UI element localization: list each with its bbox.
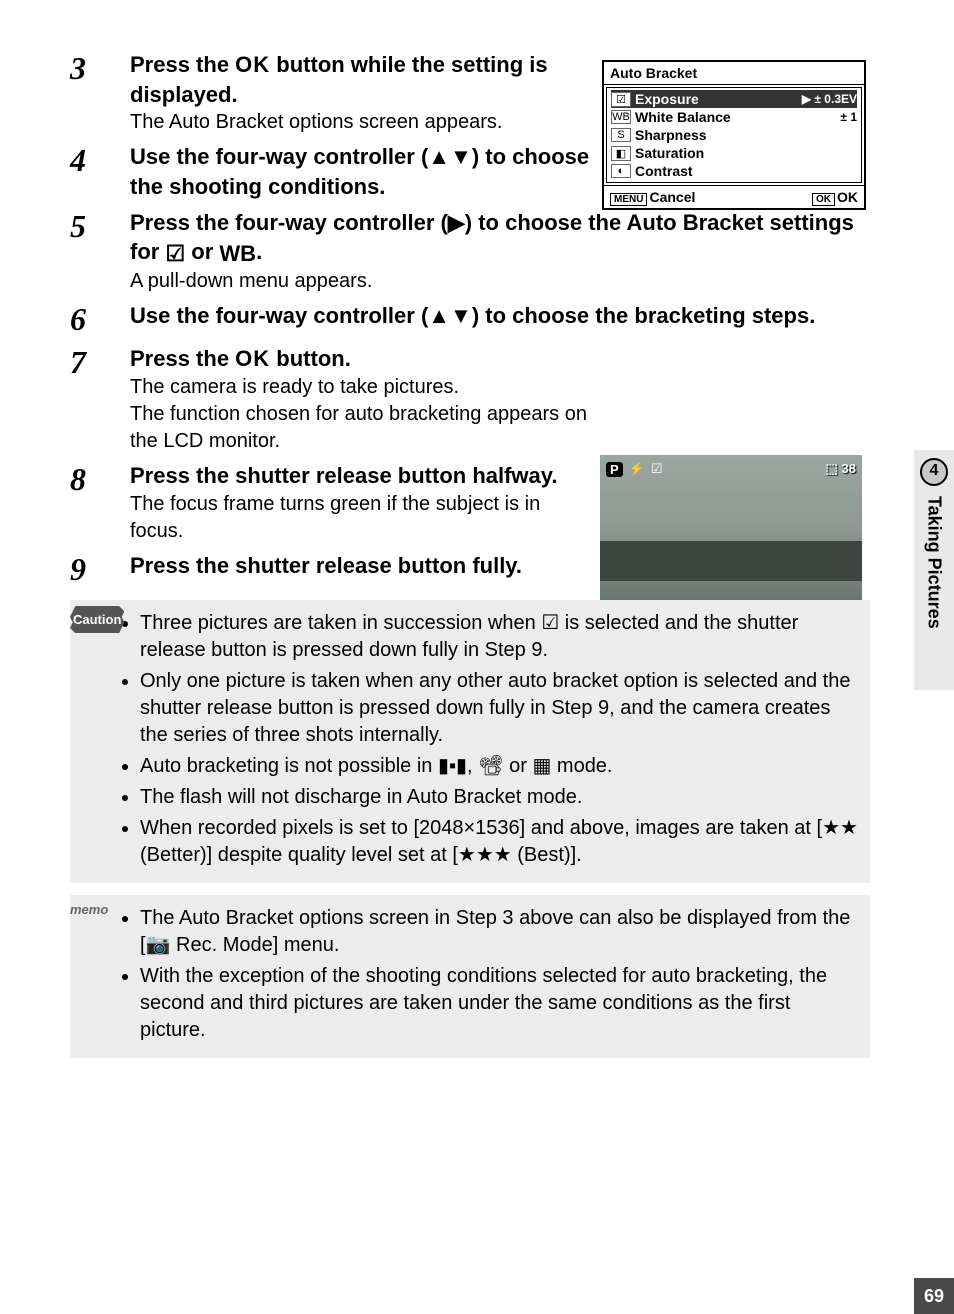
memo-item: With the exception of the shooting condi… — [140, 963, 860, 1044]
memo-item: The Auto Bracket options screen in Step … — [140, 905, 860, 959]
instruction-steps: 3 Press the OK button while the setting … — [70, 50, 870, 1058]
manual-page: 4 Taking Pictures Auto Bracket ☑ Exposur… — [0, 0, 954, 1314]
chapter-number: 4 — [920, 458, 948, 486]
caution-item: Auto bracketing is not possible in ▮▪▮, … — [140, 753, 860, 780]
caution-box: Caution Three pictures are taken in succ… — [70, 600, 870, 883]
step-number: 3 — [70, 50, 130, 136]
step-heading: Press the shutter release button halfway… — [130, 461, 590, 491]
step-number: 8 — [70, 461, 130, 545]
chapter-tab: 4 Taking Pictures — [914, 450, 954, 690]
caution-item: Three pictures are taken in succession w… — [140, 610, 860, 664]
exposure-icon: ☑ — [165, 239, 185, 269]
chapter-title: Taking Pictures — [924, 496, 945, 629]
step-sub: A pull-down menu appears. — [130, 268, 870, 295]
ok-button-glyph: OK — [235, 346, 270, 371]
step-sub: The focus frame turns green if the subje… — [130, 491, 590, 545]
caution-item: Only one picture is taken when any other… — [140, 668, 860, 749]
caution-item: When recorded pixels is set to [2048×153… — [140, 815, 860, 869]
step-5: 5 Press the four-way controller (▶) to c… — [70, 208, 870, 296]
caution-badge: Caution — [70, 606, 124, 634]
ok-button-glyph: OK — [235, 52, 270, 77]
memo-badge: memo — [70, 901, 108, 919]
step-3: 3 Press the OK button while the setting … — [70, 50, 870, 136]
step-number: 4 — [70, 142, 130, 201]
memo-box: memo The Auto Bracket options screen in … — [70, 895, 870, 1058]
step-number: 9 — [70, 551, 130, 588]
step-number: 5 — [70, 208, 130, 296]
page-number: 69 — [914, 1278, 954, 1314]
step-sub: The camera is ready to take pictures. — [130, 374, 590, 401]
step-6: 6 Use the four-way controller (▲▼) to ch… — [70, 301, 870, 338]
step-heading: Use the four-way controller (▲▼) to choo… — [130, 142, 590, 201]
step-heading: Use the four-way controller (▲▼) to choo… — [130, 301, 870, 338]
step-number: 6 — [70, 301, 130, 338]
step-9: 9 Press the shutter release button fully… — [70, 551, 870, 588]
step-sub: The Auto Bracket options screen appears. — [130, 109, 590, 136]
step-8: 8 Press the shutter release button halfw… — [70, 461, 870, 545]
caution-item: The flash will not discharge in Auto Bra… — [140, 784, 860, 811]
wb-icon: WB — [219, 239, 256, 269]
step-heading: Press the shutter release button fully. — [130, 551, 870, 588]
step-number: 7 — [70, 344, 130, 455]
step-4: 4 Use the four-way controller (▲▼) to ch… — [70, 142, 870, 201]
step-sub: The function chosen for auto bracketing … — [130, 401, 590, 455]
step-7: 7 Press the OK button. The camera is rea… — [70, 344, 870, 455]
